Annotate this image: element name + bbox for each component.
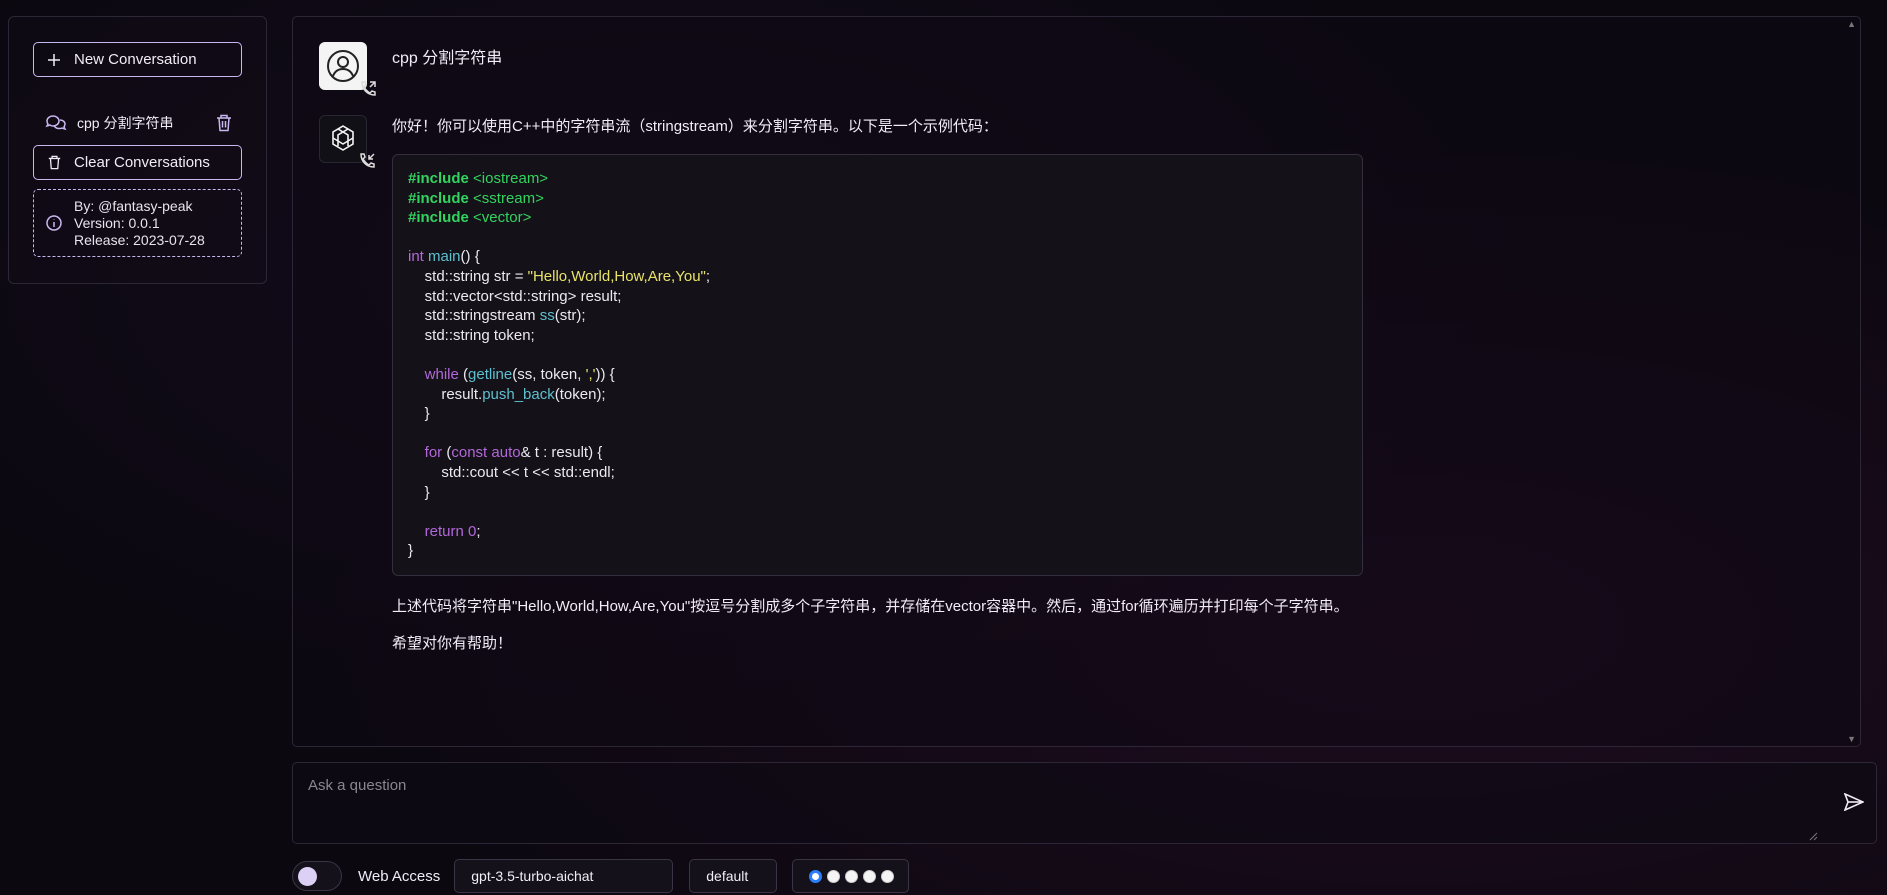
code-close-1: } <box>408 405 430 423</box>
code-for-a: ( <box>442 444 452 462</box>
info-text: By: @fantasy-peak Version: 0.0.1 Release… <box>74 198 205 249</box>
code-while-str: ',' <box>585 365 596 383</box>
mode-radio-4[interactable] <box>863 869 877 883</box>
code-getline-fn: getline <box>468 365 513 383</box>
code-return-keyword: return <box>424 522 464 540</box>
bot-message-intro: 你好！你可以使用C++中的字符串流（stringstream）来分割字符串。以下… <box>392 118 998 135</box>
user-avatar <box>319 42 376 96</box>
code-push-b: (token); <box>554 385 606 403</box>
openai-logo-icon <box>332 125 354 151</box>
scroll-up-arrow-icon[interactable]: ▲ <box>1847 19 1856 29</box>
code-include-3: #include <box>408 209 469 227</box>
send-button[interactable] <box>1844 793 1864 811</box>
code-push-a: result. <box>408 385 483 403</box>
code-main-rest: () { <box>460 248 480 266</box>
new-conversation-label: New Conversation <box>74 51 197 68</box>
code-const-auto: const auto <box>451 444 521 462</box>
toggle-knob <box>298 867 317 886</box>
question-input[interactable] <box>293 763 1813 843</box>
code-line-str-b: ; <box>705 267 711 285</box>
info-author: By: @fantasy-peak <box>74 197 193 214</box>
code-line-ss-b: (str); <box>554 307 586 325</box>
model-select[interactable]: gpt-3.5-turbo-aichat <box>454 859 674 893</box>
code-for-b: & t : result) { <box>520 444 603 462</box>
phone-incoming-icon <box>358 152 376 170</box>
model-value: gpt-3.5-turbo-aichat <box>471 868 594 884</box>
clear-conversations-button[interactable]: Clear Conversations <box>33 145 242 180</box>
code-while-c: )) { <box>595 365 615 383</box>
trash-icon[interactable] <box>216 114 232 132</box>
chat-bubbles-icon <box>45 114 67 132</box>
phone-outgoing-icon <box>359 80 377 98</box>
chat-panel[interactable]: ▲ cpp 分割字符串 你好！你可以使用C++中的字符串流（stringstre… <box>292 16 1861 747</box>
code-main-fn: main <box>428 248 461 266</box>
code-close-3: } <box>408 542 414 560</box>
info-version: Version: 0.0.1 <box>74 214 160 231</box>
code-include-2: #include <box>408 189 469 207</box>
send-icon <box>1844 793 1864 811</box>
bot-avatar <box>319 115 375 168</box>
clear-conversations-label: Clear Conversations <box>74 154 210 171</box>
info-box: By: @fantasy-peak Version: 0.0.1 Release… <box>33 189 242 257</box>
code-while-a: ( <box>458 365 469 383</box>
web-access-label: Web Access <box>358 867 441 885</box>
user-message: cpp 分割字符串 <box>392 50 503 67</box>
code-push-fn: push_back <box>482 385 555 403</box>
code-include-1: #include <box>408 170 469 187</box>
mode-radio-2[interactable] <box>827 869 841 883</box>
code-line-ss-fn: ss <box>539 307 555 325</box>
info-icon <box>46 215 62 231</box>
code-header-3: <vector> <box>473 209 532 227</box>
code-return-b: ; <box>476 522 481 540</box>
info-release: Release: 2023-07-28 <box>74 231 205 248</box>
code-header-1: <iostream> <box>473 170 549 187</box>
code-while-keyword: while <box>424 365 459 383</box>
code-line-token: std::string token; <box>408 326 535 344</box>
code-while-b: (ss, token, <box>512 365 586 383</box>
scroll-down-arrow-icon[interactable]: ▼ <box>1847 734 1856 744</box>
trash-icon <box>46 155 62 170</box>
conversation-item[interactable]: cpp 分割字符串 <box>33 108 242 138</box>
conversation-title: cpp 分割字符串 <box>77 115 174 131</box>
mode-radio-3[interactable] <box>845 869 859 883</box>
mode-radio-5[interactable] <box>881 869 895 883</box>
code-header-2: <sstream> <box>473 189 544 207</box>
web-access-toggle[interactable] <box>292 861 342 891</box>
code-line-str-a: std::string str = <box>408 267 528 285</box>
code-block: #include <iostream> #include <sstream> #… <box>392 154 1363 576</box>
plus-icon <box>46 53 62 66</box>
mode-radio-1[interactable] <box>809 869 823 883</box>
code-close-2: } <box>408 483 430 501</box>
resize-grip-icon[interactable] <box>1808 831 1818 841</box>
code-for-keyword: for <box>424 444 443 462</box>
code-line-vector: std::vector<std::string> result; <box>408 287 622 305</box>
question-input-box <box>292 762 1877 844</box>
bottom-toolbar: Web Access gpt-3.5-turbo-aichat default <box>292 859 910 893</box>
code-line-ss-a: std::stringstream <box>408 307 540 325</box>
preset-value: default <box>706 868 749 884</box>
new-conversation-button[interactable]: New Conversation <box>33 42 242 77</box>
bot-message-thanks: 希望对你有帮助！ <box>392 635 513 652</box>
code-cout: std::cout << t << std::endl; <box>408 463 615 481</box>
code-int-keyword: int <box>408 248 424 266</box>
sidebar: New Conversation cpp 分割字符串 Clear Convers… <box>8 16 267 284</box>
preset-select[interactable]: default <box>689 859 778 893</box>
mode-radio-group <box>792 859 910 893</box>
bot-message-outro: 上述代码将字符串"Hello,World,How,Are,You"按逗号分割成多… <box>392 598 1349 615</box>
user-icon <box>327 50 359 82</box>
code-line-str-literal: "Hello,World,How,Are,You" <box>527 267 706 285</box>
